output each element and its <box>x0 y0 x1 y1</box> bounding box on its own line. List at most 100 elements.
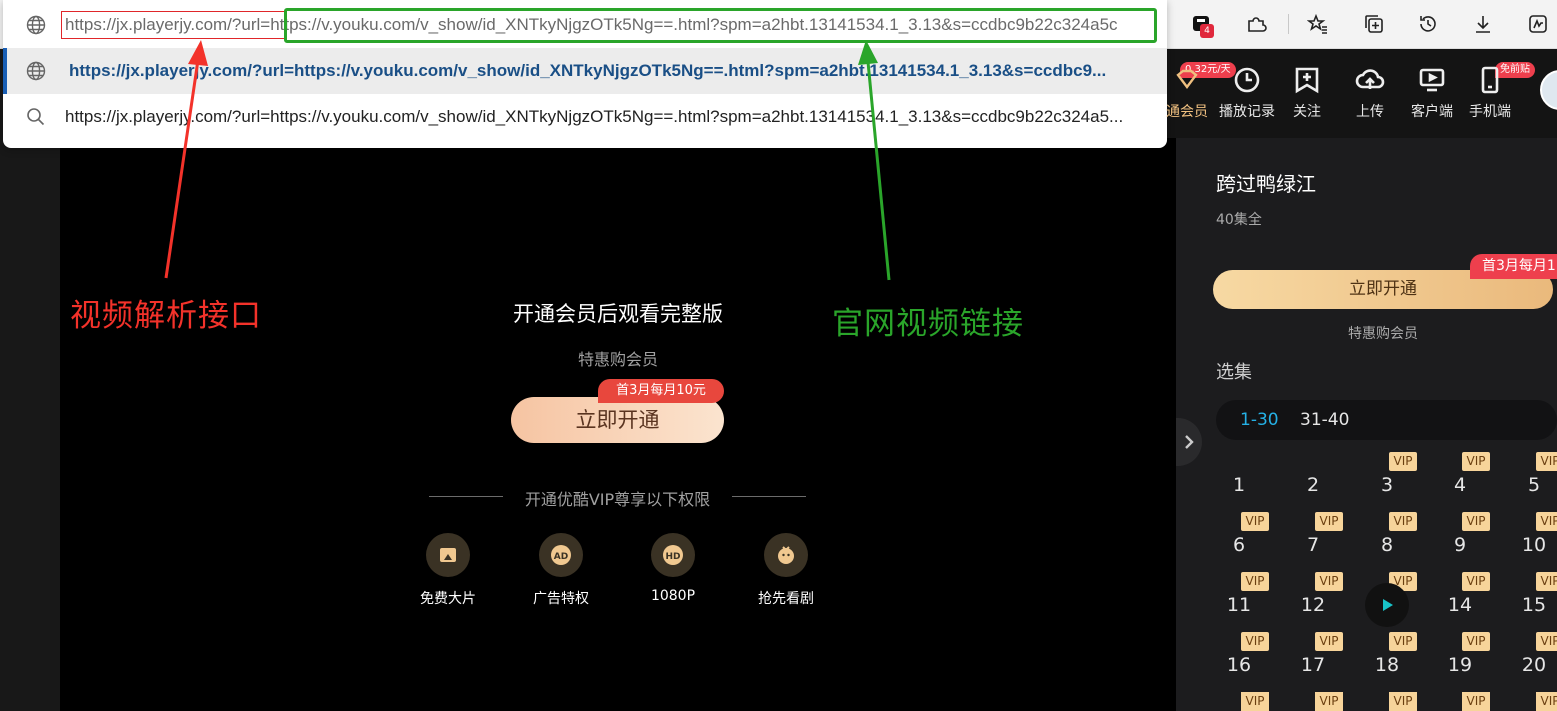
range-tab-1-30[interactable]: 1-30 <box>1240 410 1279 430</box>
vip-badge: VIP <box>1462 632 1490 651</box>
paywall-subscribe-button[interactable]: 立即开通 <box>511 397 724 443</box>
download-icon <box>1476 16 1490 33</box>
nav-upload-label: 上传 <box>1356 104 1384 120</box>
nav-history[interactable]: 播放记录 <box>1217 65 1277 121</box>
vip-badge: VIP <box>1536 632 1557 651</box>
movie-icon <box>440 548 456 562</box>
vip-badge: VIP <box>1462 692 1490 711</box>
favorites-icon <box>1307 13 1327 34</box>
episode-7[interactable]: VIP 7 <box>1285 512 1343 568</box>
history-icon <box>1420 16 1436 32</box>
perk-hd: HD 1080P <box>628 533 718 604</box>
official-url-highlight <box>284 8 1157 43</box>
episode-number: 9 <box>1453 534 1467 556</box>
nav-follow[interactable]: 关注 <box>1277 65 1337 121</box>
episode-19[interactable]: VIP 19 <box>1432 632 1490 688</box>
episode-8[interactable]: VIP 8 <box>1359 512 1417 568</box>
episode-15[interactable]: VIP 15 <box>1506 572 1557 628</box>
perks-divider-left <box>429 496 503 497</box>
episode-3[interactable]: VIP 3 <box>1359 452 1417 508</box>
parser-url-highlight <box>61 11 286 39</box>
vip-badge: VIP <box>1389 692 1417 711</box>
episode-number: 1 <box>1232 474 1246 496</box>
episode-12[interactable]: VIP 12 <box>1285 572 1343 628</box>
vip-badge: VIP <box>1462 572 1490 591</box>
vip-badge: VIP <box>1315 692 1343 711</box>
perk-label: 广告特权 <box>533 591 589 607</box>
screen: 4 https://jx.playerjy.com/?url=https://v… <box>0 0 1557 711</box>
range-tab-31-40[interactable]: 31-40 <box>1300 410 1349 430</box>
vip-badge: VIP <box>1536 512 1557 531</box>
vip-badge: VIP <box>1241 572 1269 591</box>
nav-upload[interactable]: 上传 <box>1340 65 1400 121</box>
favorites-button[interactable] <box>1304 10 1332 38</box>
math-solver-button[interactable] <box>1524 10 1552 38</box>
nav-client[interactable]: 客户端 <box>1402 65 1462 121</box>
globe-icon <box>26 15 46 35</box>
vip-badge: VIP <box>1241 512 1269 531</box>
nav-mobile-label: 手机端 <box>1469 104 1511 120</box>
vip-badge: VIP <box>1389 452 1417 471</box>
globe-icon <box>26 61 46 81</box>
desktop-client-icon <box>1419 68 1445 92</box>
nav-vip[interactable]: 通会员 <box>1157 65 1217 121</box>
episode-number: 12 <box>1300 594 1326 616</box>
episode-14[interactable]: VIP 14 <box>1432 572 1490 628</box>
suggestion-url: https://jx.playerjy.com/?url=https://v.y… <box>69 61 1107 80</box>
history-button[interactable] <box>1414 10 1442 38</box>
vip-badge: VIP <box>1462 452 1490 471</box>
episode-number: 4 <box>1453 474 1467 496</box>
episode-4[interactable]: VIP 4 <box>1432 452 1490 508</box>
suggestion-search[interactable]: https://jx.playerjy.com/?url=https://v.y… <box>3 94 1167 140</box>
mobile-phone-icon <box>1481 66 1499 94</box>
episode-16[interactable]: VIP 16 <box>1211 632 1269 688</box>
episode-number: 2 <box>1306 474 1320 496</box>
vip-badge: VIP <box>1536 452 1557 471</box>
show-title[interactable]: 跨过鸭绿江 <box>1216 168 1316 197</box>
paywall-title: 开通会员后观看完整版 <box>513 302 723 326</box>
episode-1[interactable]: 1 <box>1211 452 1267 508</box>
now-playing-icon <box>1365 583 1409 627</box>
perk-ad-free: AD 广告特权 <box>516 533 606 608</box>
episode-number: 7 <box>1306 534 1320 556</box>
episode-number: 11 <box>1226 594 1252 616</box>
episode-number: 8 <box>1380 534 1394 556</box>
early-access-icon <box>778 546 794 564</box>
extensions-button[interactable] <box>1242 10 1270 38</box>
episode-count: 40集全 <box>1216 212 1262 228</box>
chevron-right-icon <box>1185 435 1194 449</box>
vip-badge: VIP <box>1389 512 1417 531</box>
episode-20[interactable]: VIP 20 <box>1506 632 1557 688</box>
episode-5[interactable]: VIP 5 <box>1506 452 1557 508</box>
nav-client-label: 客户端 <box>1411 104 1453 120</box>
nav-vip-label: 通会员 <box>1166 104 1208 120</box>
episode-9[interactable]: VIP 9 <box>1432 512 1490 568</box>
collections-button[interactable] <box>1360 10 1388 38</box>
episode-17[interactable]: VIP 17 <box>1285 632 1343 688</box>
episode-number: 18 <box>1374 654 1400 676</box>
vip-badge: VIP <box>1462 512 1490 531</box>
downloads-button[interactable] <box>1469 10 1497 38</box>
episode-10[interactable]: VIP 10 <box>1506 512 1557 568</box>
bookmark-plus-icon <box>1295 67 1319 94</box>
episode-6[interactable]: VIP 6 <box>1211 512 1269 568</box>
extension-button[interactable]: 4 <box>1188 10 1216 38</box>
episode-11[interactable]: VIP 11 <box>1211 572 1269 628</box>
collections-icon <box>1365 15 1383 33</box>
episode-number: 14 <box>1447 594 1473 616</box>
episode-13[interactable]: VIP <box>1359 572 1417 628</box>
vip-badge: VIP <box>1389 632 1417 651</box>
paywall-promo-tag: 首3月每月10元 <box>598 379 724 403</box>
vip-badge: VIP <box>1315 512 1343 531</box>
episode-2[interactable]: 2 <box>1285 452 1341 508</box>
vip-badge: VIP <box>1241 632 1269 651</box>
episode-18[interactable]: VIP 18 <box>1359 632 1417 688</box>
episode-number: 20 <box>1521 654 1547 676</box>
perks-title: 开通优酷VIP尊享以下权限 <box>524 490 711 509</box>
suggestion-selected[interactable]: https://jx.playerjy.com/?url=https://v.y… <box>3 48 1167 94</box>
perks-divider-right <box>732 496 806 497</box>
nav-mobile[interactable]: 手机端 <box>1460 65 1520 121</box>
suggestion-search-text: https://jx.playerjy.com/?url=https://v.y… <box>65 107 1124 126</box>
paywall-subtitle: 特惠购会员 <box>577 350 658 369</box>
episode-number: 17 <box>1300 654 1326 676</box>
